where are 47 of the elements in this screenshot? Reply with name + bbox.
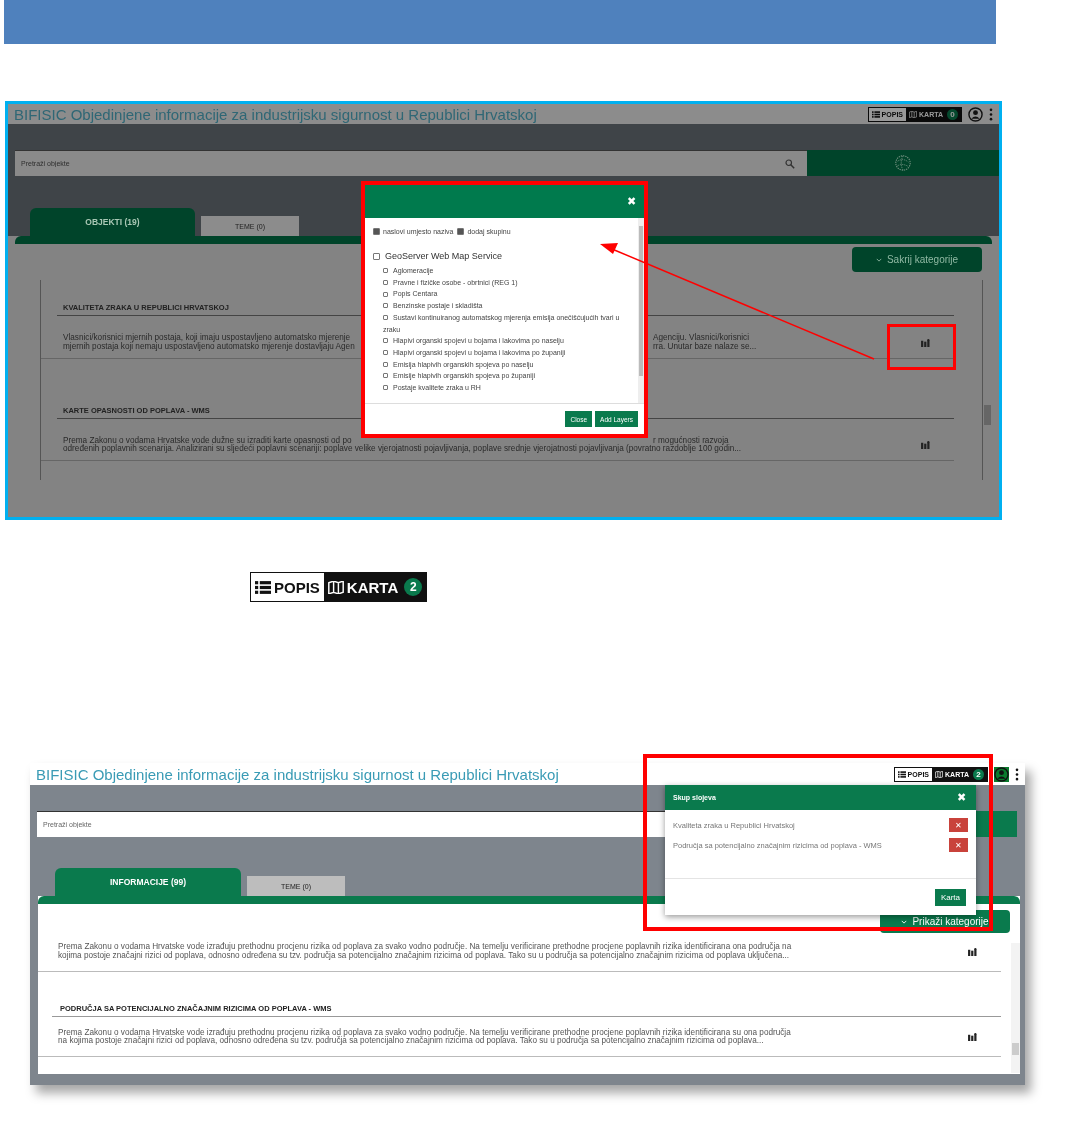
close-button[interactable]: ✖ [625, 195, 638, 208]
list-icon [897, 770, 906, 778]
user-icon[interactable] [994, 766, 1009, 782]
chevron-down-icon [875, 257, 882, 262]
description-text: rra. Unutar baze nalaze se... [653, 342, 757, 352]
list-icon [871, 110, 880, 118]
categories-toggle-button[interactable]: Sakrij kategorije [852, 247, 982, 272]
remove-button[interactable]: ✕ [949, 838, 968, 852]
tab[interactable]: OBJEKTI (19) [30, 208, 195, 236]
list-icon [255, 580, 271, 594]
map-layers-icon[interactable] [968, 1033, 977, 1042]
map-button[interactable]: Karta [934, 888, 966, 906]
search-icon[interactable] [785, 158, 795, 169]
map-icon [935, 770, 943, 778]
count-badge: 0 [947, 108, 958, 120]
globe-icon [894, 154, 912, 172]
list-view-button[interactable]: POPIS [251, 573, 324, 601]
description-text: na kojima postoje značajni rizici od poplava, odnosno određena su tzv. područja sa potencijalno značajnim rizicima od poplava. Tako su u područja sa potencijalno značajnim rizicima od poplava... [58, 1037, 764, 1047]
highlight-frame [887, 324, 956, 370]
description-text: Prema Zakonu o vodama Hrvatske vode izrađuju prethodnu procjenu rizika od poplava za svako vodno područje. Na temelju verificirane prethodne procjene poplavnih rizika identificirana ona područja na [58, 943, 792, 952]
app-title: BIFISIC Objedinjene informacije za industrijsku sigurnost u Republici Hrvatskoj [14, 105, 537, 123]
description-text: r mogućnosti razvoja [653, 436, 729, 446]
map-icon [327, 580, 344, 594]
description-text: Vlasnici/korisnici mjernih postaja, koji imaju uspostavljeno automatsko mjerenje [63, 334, 352, 343]
user-icon[interactable] [968, 106, 983, 122]
tab[interactable]: INFORMACIJE (99) [55, 868, 241, 896]
map-layers-icon[interactable] [968, 947, 977, 956]
count-badge: 2 [973, 768, 984, 780]
description-text: Prema Zakonu o vodama Hrvatske vode dužne su izraditi karte opasnosti od po [63, 436, 353, 445]
description-text: mjernih postaja koji nemaju uspostavljeno automatsko mjerenje dostavljaju Agen [63, 342, 355, 352]
scrollbar[interactable] [1011, 943, 1020, 1073]
checkbox[interactable] [457, 228, 465, 235]
app-title: BIFISIC Objedinjene informacije za industrijsku sigurnost u Republici Hrvatskoj [36, 765, 559, 783]
chevron-down-icon [901, 919, 908, 924]
remove-button[interactable]: ✕ [949, 818, 968, 832]
more-icon[interactable] [1015, 767, 1019, 781]
more-icon[interactable] [989, 107, 993, 121]
description-text: određenih poplavnih scenarija. Analizirani su sljedeći poplavni scenariji: poplave velike vjerojatnosti pojavljivanja, poplave srednje vjerojatnosti pojavljivanja (povratno razdoblje 100 godin... [63, 445, 742, 455]
scrollbar[interactable] [638, 218, 644, 403]
group-label: GeoServer Web Map Service [385, 251, 502, 261]
description-text: kojima postoje značajni rizici od poplava, odnosno određena su tzv. područja sa potencijalno značajnim rizicima od poplava. Tako su u područja sa potencijalno značajnim rizicima od poplava uključena... [58, 951, 790, 961]
checkbox[interactable] [373, 252, 380, 260]
close-button[interactable]: ✖ [955, 791, 968, 804]
count-badge: 2 [404, 578, 423, 596]
checkbox[interactable] [373, 228, 380, 235]
map-icon [909, 110, 917, 118]
description-text: Agenciju. Vlasnici/korisnici [653, 334, 749, 342]
